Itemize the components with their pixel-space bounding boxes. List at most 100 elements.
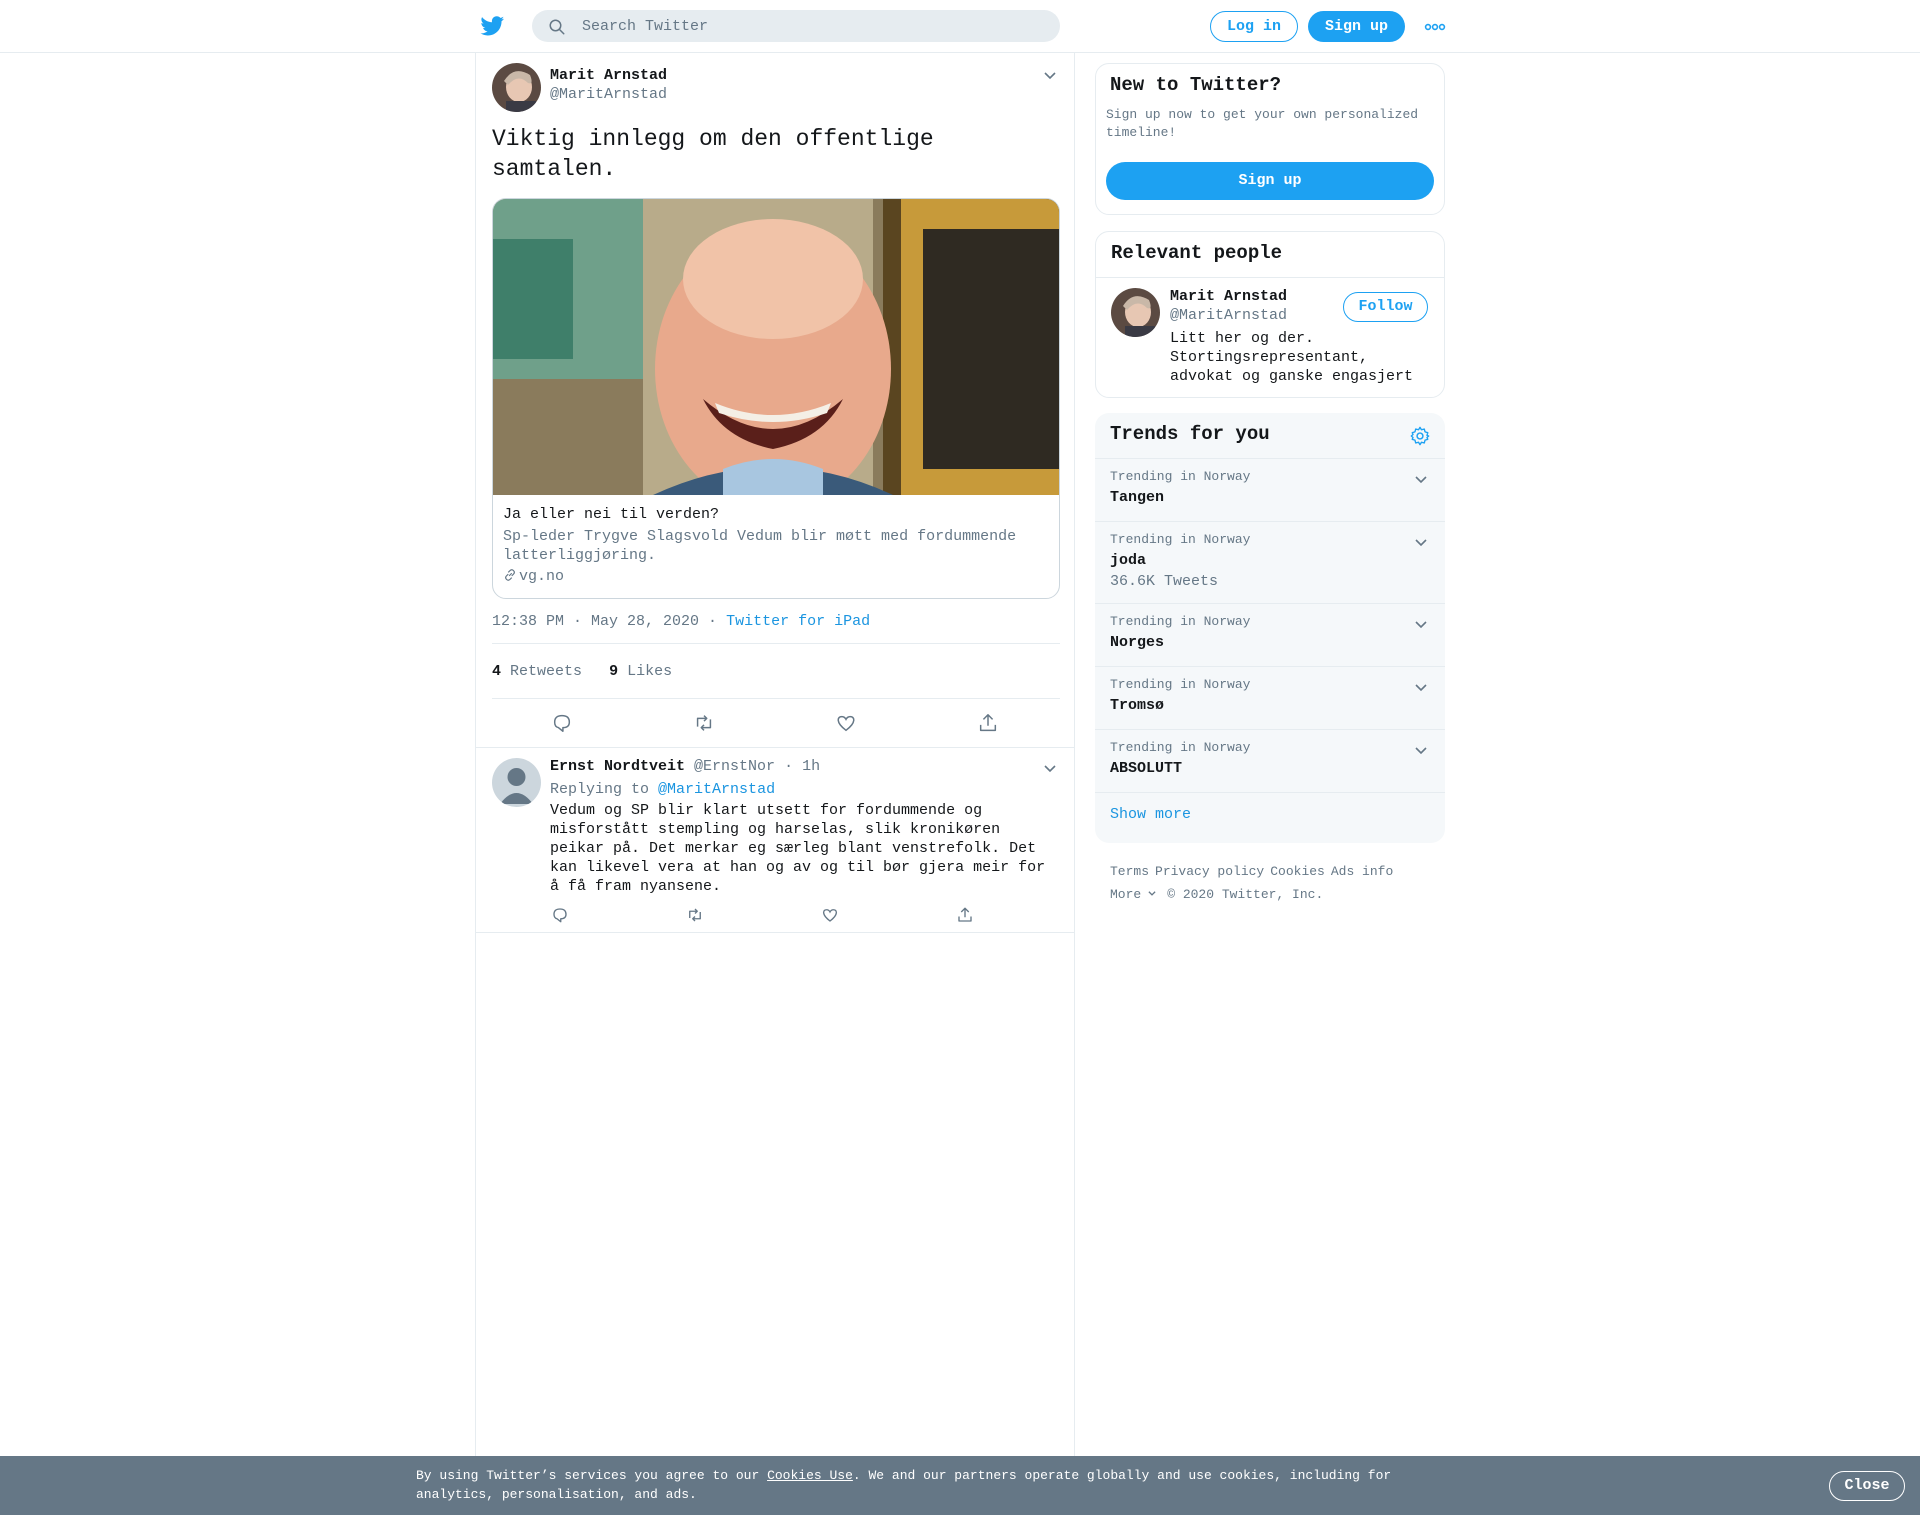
tweet-stats: 4 Retweets 9 Likes xyxy=(492,663,672,680)
trend-name: Norges xyxy=(1110,634,1165,651)
trends-panel: Trends for you Trending in Norway Tangen… xyxy=(1095,413,1445,843)
author-avatar[interactable] xyxy=(492,63,541,112)
author-handle[interactable]: @MaritArnstad xyxy=(550,86,667,103)
retweet-icon[interactable] xyxy=(693,712,715,734)
show-more-link[interactable]: Show more xyxy=(1110,806,1191,823)
reply-author-name[interactable]: Ernst Nordtveit xyxy=(550,758,685,775)
trend-item[interactable]: Trending in Norway Tromsø xyxy=(1095,666,1445,729)
chevron-down-icon[interactable] xyxy=(1042,67,1058,83)
chevron-down-icon[interactable] xyxy=(1413,471,1429,487)
card-domain: vg.no xyxy=(503,568,564,585)
trends-title: Trends for you xyxy=(1110,423,1270,445)
footer-links: Terms Privacy policy Cookies Ads info More ©… xyxy=(1110,860,1440,906)
footer-terms-link[interactable]: Terms xyxy=(1110,864,1149,879)
link-preview-card[interactable]: Ja eller nei til verden? Sp-leder Trygve… xyxy=(492,198,1060,599)
author-name[interactable]: Marit Arnstad xyxy=(550,67,667,84)
share-icon[interactable] xyxy=(977,712,999,734)
new-to-twitter-box: New to Twitter? Sign up now to get your … xyxy=(1095,63,1445,215)
person-handle[interactable]: @MaritArnstad xyxy=(1170,307,1287,324)
chevron-down-icon[interactable] xyxy=(1413,534,1429,550)
relevant-people-box: Relevant people Marit Arnstad @MaritArns… xyxy=(1095,231,1445,398)
reply-author-avatar[interactable] xyxy=(492,758,541,807)
meta-separator: · xyxy=(699,613,727,630)
likes-count: 9 xyxy=(609,663,619,680)
tweet-thread-column: Marit Arnstad @MaritArnstad Viktig innle… xyxy=(475,53,1075,1458)
link-icon xyxy=(505,569,515,581)
default-avatar-icon xyxy=(500,768,533,804)
new-to-twitter-description: Sign up now to get your own personalized… xyxy=(1106,107,1419,140)
trend-name: ABSOLUTT xyxy=(1110,760,1183,777)
reply-icon[interactable] xyxy=(551,712,573,734)
divider xyxy=(1095,792,1445,793)
trend-context: Trending in Norway xyxy=(1110,469,1251,484)
tweet-source-link[interactable]: Twitter for iPad xyxy=(726,613,870,630)
chevron-down-icon[interactable] xyxy=(1413,679,1429,695)
footer-cookies-link[interactable]: Cookies xyxy=(1270,864,1325,879)
tweet-timestamp[interactable]: 12:38 PM · May 28, 2020 xyxy=(492,613,699,630)
person-name[interactable]: Marit Arnstad xyxy=(1170,288,1287,305)
sidebar-signup-button[interactable]: Sign up xyxy=(1106,162,1434,200)
like-heart-icon[interactable] xyxy=(835,712,857,734)
reply-time[interactable]: · 1h xyxy=(784,758,820,775)
reply-tweet[interactable]: Ernst Nordtveit @ErnstNor · 1h Replying … xyxy=(476,747,1074,933)
cookie-text-before: By using Twitter’s services you agree to… xyxy=(416,1468,768,1483)
cookies-use-link[interactable]: Cookies Use xyxy=(767,1468,853,1483)
chevron-down-icon xyxy=(1148,891,1156,896)
more-options-icon[interactable] xyxy=(1424,20,1446,34)
signup-button[interactable]: Sign up xyxy=(1308,11,1405,42)
follow-button[interactable]: Follow xyxy=(1343,292,1428,322)
retweet-icon[interactable] xyxy=(686,906,704,924)
login-button[interactable]: Log in xyxy=(1210,11,1298,42)
footer-more-dropdown[interactable]: More xyxy=(1110,887,1157,902)
relevant-people-title: Relevant people xyxy=(1111,242,1283,264)
person-avatar[interactable] xyxy=(1111,288,1160,337)
replying-to-label: Replying to xyxy=(550,781,650,798)
chevron-down-icon[interactable] xyxy=(1413,742,1429,758)
search-icon xyxy=(549,19,565,35)
replying-to: Replying to @MaritArnstad xyxy=(550,781,775,798)
tweet-metadata: 12:38 PM · May 28, 2020 · Twitter for iP… xyxy=(492,613,870,630)
like-heart-icon[interactable] xyxy=(821,906,839,924)
trend-context: Trending in Norway xyxy=(1110,677,1251,692)
footer-ads-link[interactable]: Ads info xyxy=(1331,864,1393,879)
avatar-image xyxy=(492,63,541,112)
likes-stat[interactable]: 9 Likes xyxy=(609,663,672,680)
search-input[interactable] xyxy=(582,10,1042,42)
divider xyxy=(1096,277,1444,278)
replying-to-mention[interactable]: @MaritArnstad xyxy=(658,781,775,798)
retweets-stat[interactable]: 4 Retweets xyxy=(492,663,582,680)
card-title: Ja eller nei til verden? xyxy=(503,506,720,523)
divider xyxy=(492,698,1060,699)
footer-more-label: More xyxy=(1110,887,1142,902)
search-bar[interactable] xyxy=(532,10,1060,42)
divider xyxy=(492,643,1060,644)
retweets-count: 4 xyxy=(492,663,502,680)
trend-item[interactable]: Trending in Norway Norges xyxy=(1095,603,1445,666)
twitter-logo-icon[interactable] xyxy=(479,14,506,38)
reply-author-handle[interactable]: @ErnstNor xyxy=(694,758,775,775)
reply-icon[interactable] xyxy=(551,906,569,924)
trend-context: Trending in Norway xyxy=(1110,532,1251,547)
cookie-close-button[interactable]: Close xyxy=(1829,1471,1905,1501)
cookie-notice-text: By using Twitter’s services you agree to… xyxy=(416,1466,1416,1504)
top-navigation-bar: Log in Sign up xyxy=(0,0,1920,53)
reply-text: Vedum og SP blir klart utsett for fordum… xyxy=(550,802,1046,895)
trend-item[interactable]: Trending in Norway Tangen xyxy=(1095,458,1445,521)
share-icon[interactable] xyxy=(956,906,974,924)
reply-header: Ernst Nordtveit @ErnstNor · 1h xyxy=(550,758,820,775)
retweets-label: Retweets xyxy=(510,663,583,680)
trend-item[interactable]: Trending in Norway joda 36.6K Tweets xyxy=(1095,521,1445,603)
card-image xyxy=(493,199,1059,495)
chevron-down-icon[interactable] xyxy=(1413,616,1429,632)
trend-context: Trending in Norway xyxy=(1110,740,1251,755)
person-bio: Litt her og der. Stortingsrepresentant, … xyxy=(1170,330,1414,385)
avatar-image xyxy=(1111,288,1160,337)
chevron-down-icon[interactable] xyxy=(1042,760,1058,776)
trend-context: Trending in Norway xyxy=(1110,614,1251,629)
footer-copyright: © 2020 Twitter, Inc. xyxy=(1167,887,1324,902)
trend-item[interactable]: Trending in Norway ABSOLUTT xyxy=(1095,729,1445,792)
likes-label: Likes xyxy=(627,663,673,680)
tweet-text: Viktig innlegg om den offentlige samtale… xyxy=(492,126,934,182)
settings-gear-icon[interactable] xyxy=(1409,425,1431,447)
footer-privacy-link[interactable]: Privacy policy xyxy=(1155,864,1264,879)
